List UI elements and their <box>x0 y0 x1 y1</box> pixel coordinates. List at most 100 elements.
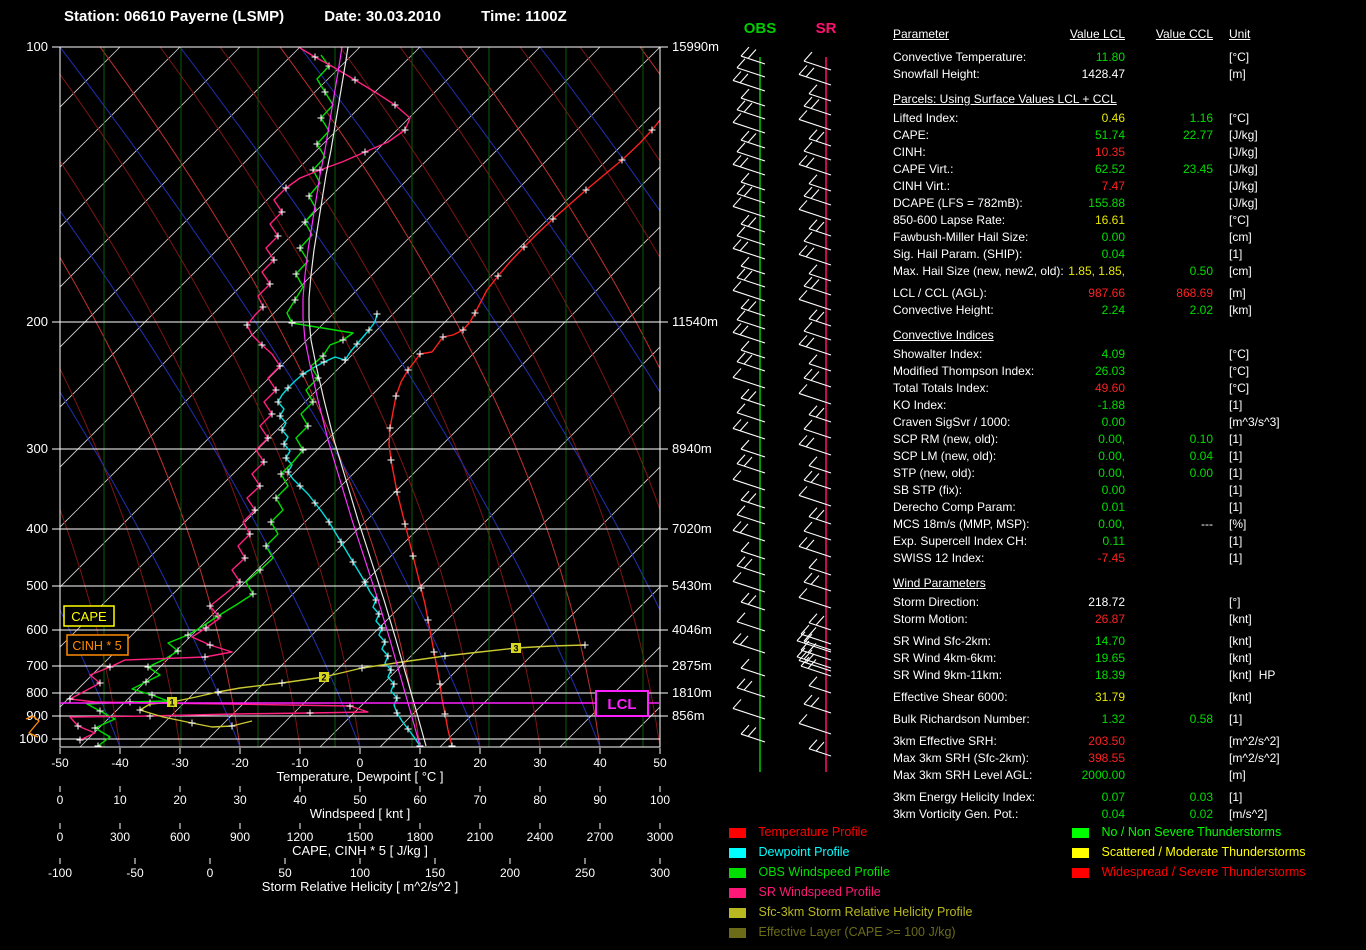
legend-item: Scattered / Moderate Thunderstorms <box>1072 842 1366 862</box>
param-row: CINH: 10.35 [J/kg] <box>893 145 1258 159</box>
legend-item: OBS Windspeed Profile <box>729 862 1074 882</box>
svg-text:900: 900 <box>230 830 250 844</box>
param-row: SR Wind 9km-11km: 18.39 [knt] HP <box>893 668 1276 682</box>
param-row: SR Wind 4km-6km: 19.65 [knt] <box>893 651 1252 665</box>
svg-text:2100: 2100 <box>467 830 494 844</box>
svg-text:200: 200 <box>26 314 48 329</box>
legend-swatch <box>1072 827 1089 838</box>
svg-text:7020m: 7020m <box>672 521 712 536</box>
param-row: Convective Temperature: 11.80 [°C] <box>893 50 1250 64</box>
header-value-lcl: Value LCL <box>1069 27 1125 41</box>
legend-swatch <box>729 827 746 838</box>
svg-text:50: 50 <box>353 793 367 807</box>
svg-text:-20: -20 <box>231 756 249 770</box>
param-group-general: Convective Temperature: 11.80 [°C] Snowf… <box>893 49 1366 83</box>
svg-text:1500: 1500 <box>347 830 374 844</box>
svg-text:4046m: 4046m <box>672 622 712 637</box>
legend-item: Widespread / Severe Thunderstorms <box>1072 862 1366 882</box>
parameter-panel: Parameter Value LCL Value CCL Unit Conve… <box>893 26 1366 823</box>
svg-text:Temperature, Dewpoint [ °C ]: Temperature, Dewpoint [ °C ] <box>276 769 443 784</box>
param-row: Craven SigSvr / 1000: 0.00 [m^3/s^3] <box>893 415 1280 429</box>
legend-swatch <box>729 927 746 938</box>
param-row: Convective Height: 2.24 2.02 [km] <box>893 303 1252 317</box>
header-value-ccl: Value CCL <box>1155 27 1213 41</box>
svg-text:700: 700 <box>26 658 48 673</box>
svg-text:0: 0 <box>57 830 64 844</box>
axis-labels: -50 -40 -30 -20 -10 0 10 20 30 40 50Temperature, D… <box>48 748 674 894</box>
param-group-shear: Effective Shear 6000: 31.79 [knt] <box>893 689 1366 706</box>
legend-swatch <box>1072 847 1089 858</box>
svg-text:856m: 856m <box>672 708 705 723</box>
legend-item: Sfc-3km Storm Relative Helicity Profile <box>729 902 1074 922</box>
param-row: Exp. Supercell Index CH: 0.11 [1] <box>893 534 1243 548</box>
svg-text:900: 900 <box>26 708 48 723</box>
svg-text:0: 0 <box>357 756 364 770</box>
svg-text:0: 0 <box>207 866 214 880</box>
param-row: Max 3km SRH Level AGL: 2000.00 [m] <box>893 768 1246 782</box>
wind-barb-columns: OBS SR <box>732 20 837 772</box>
svg-text:15990m: 15990m <box>672 39 719 54</box>
param-row: Max. Hail Size (new, new2, old): 1.85, 1… <box>893 264 1252 278</box>
param-row: KO Index: -1.88 [1] <box>893 398 1243 412</box>
legend-swatch <box>729 847 746 858</box>
legend-swatch <box>729 867 746 878</box>
svg-text:Windspeed [ knt ]: Windspeed [ knt ] <box>310 806 410 821</box>
svg-text:1800: 1800 <box>407 830 434 844</box>
svg-text:11540m: 11540m <box>672 314 718 329</box>
param-row: 3km Energy Helicity Index: 0.07 0.03 [1] <box>893 790 1243 804</box>
parameter-table-header: Parameter Value LCL Value CCL Unit <box>893 26 1366 43</box>
svg-text:300: 300 <box>110 830 130 844</box>
param-row: SB STP (fix): 0.00 [1] <box>893 483 1243 497</box>
svg-text:SR: SR <box>816 20 837 37</box>
svg-text:150: 150 <box>425 866 445 880</box>
svg-text:CAPE: CAPE <box>71 609 107 624</box>
svg-text:80: 80 <box>533 793 547 807</box>
svg-text:3: 3 <box>513 644 518 654</box>
svg-text:CINH * 5: CINH * 5 <box>72 639 121 653</box>
param-row: Lifted Index: 0.46 1.16 [°C] <box>893 111 1250 125</box>
param-row: Storm Direction: 218.72 [°] <box>893 595 1241 609</box>
param-group-lcl-ccl: LCL / CCL (AGL): 987.66 868.69 [m] Conve… <box>893 285 1366 319</box>
param-row: LCL / CCL (AGL): 987.66 868.69 [m] <box>893 286 1246 300</box>
param-row: Derecho Comp Param: 0.01 [1] <box>893 500 1243 514</box>
chart-frame <box>59 46 661 748</box>
svg-text:70: 70 <box>473 793 487 807</box>
svg-text:-50: -50 <box>126 866 144 880</box>
legend-swatch <box>729 887 746 898</box>
svg-text:10: 10 <box>413 756 427 770</box>
svg-text:50: 50 <box>653 756 667 770</box>
svg-text:40: 40 <box>593 756 607 770</box>
param-row: Showalter Index: 4.09 [°C] <box>893 347 1250 361</box>
legend-item: Effective Layer (CAPE >= 100 J/kg) <box>729 922 1074 942</box>
svg-text:1000: 1000 <box>19 731 48 746</box>
svg-text:600: 600 <box>170 830 190 844</box>
svg-text:250: 250 <box>575 866 595 880</box>
param-row: SWISS 12 Index: -7.45 [1] <box>893 551 1243 565</box>
svg-text:2400: 2400 <box>527 830 554 844</box>
param-row: DCAPE (LFS = 782mB): 155.88 [J/kg] <box>893 196 1258 210</box>
svg-text:500: 500 <box>26 578 48 593</box>
param-row: Bulk Richardson Number: 1.32 0.58 [1] <box>893 712 1243 726</box>
svg-text:-50: -50 <box>51 756 69 770</box>
param-group-brn: Bulk Richardson Number: 1.32 0.58 [1] <box>893 711 1366 728</box>
param-row: STP (new, old): 0.00, 0.00 [1] <box>893 466 1243 480</box>
legend-item: SR Windspeed Profile <box>729 882 1074 902</box>
legend-item: Dewpoint Profile <box>729 842 1074 862</box>
svg-text:-10: -10 <box>291 756 309 770</box>
param-row: Effective Shear 6000: 31.79 [knt] <box>893 690 1252 704</box>
param-row: Modified Thompson Index: 26.03 [°C] <box>893 364 1250 378</box>
header-parameter: Parameter <box>893 27 950 41</box>
svg-text:30: 30 <box>233 793 247 807</box>
param-group-parcels: Parcels: Using Surface Values LCL + CCL … <box>893 91 1366 280</box>
svg-text:2700: 2700 <box>587 830 614 844</box>
svg-text:100: 100 <box>650 793 670 807</box>
svg-text:60: 60 <box>413 793 427 807</box>
param-group-convective-indices: Convective Indices Showalter Index: 4.09… <box>893 327 1366 567</box>
svg-text:OBS: OBS <box>744 20 777 37</box>
param-group-helicity: 3km Energy Helicity Index: 0.07 0.03 [1]… <box>893 789 1366 823</box>
param-row: Fawbush-Miller Hail Size: 0.00 [cm] <box>893 230 1252 244</box>
svg-text:300: 300 <box>650 866 670 880</box>
param-row: 3km Vorticity Gen. Pot.: 0.04 0.02 [m/s^… <box>893 807 1268 821</box>
svg-text:20: 20 <box>173 793 187 807</box>
svg-text:20: 20 <box>473 756 487 770</box>
